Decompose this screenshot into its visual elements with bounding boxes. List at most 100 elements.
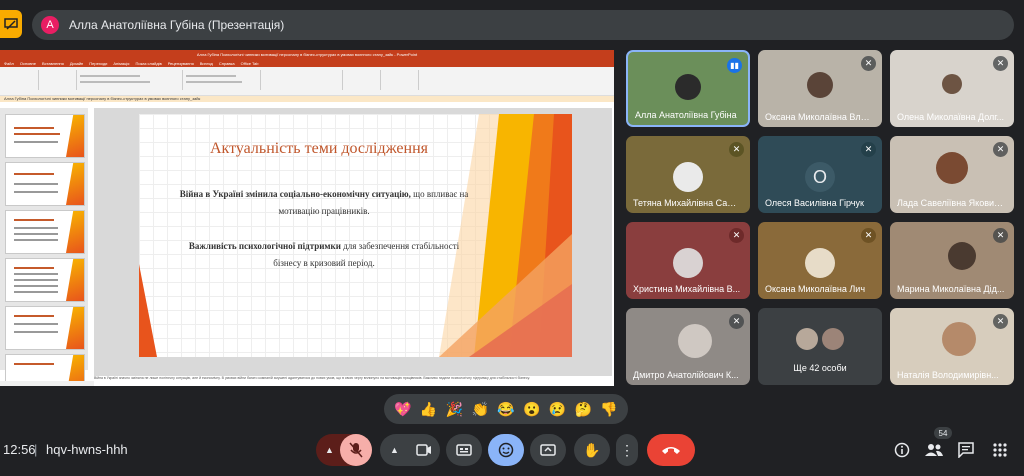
participant-avatar xyxy=(796,328,818,350)
participant-name: Оксана Миколаївна Лич xyxy=(765,284,866,294)
activities-button[interactable] xyxy=(988,438,1012,462)
more-options-button[interactable]: ⋮ xyxy=(616,434,638,466)
participant-name: Оксана Миколаївна Вла... xyxy=(765,112,873,122)
ppt-tab: Рецензування xyxy=(167,60,194,66)
camera-icon xyxy=(416,444,431,456)
ribbon-group xyxy=(184,70,261,90)
people-icon xyxy=(925,444,943,456)
slide-thumbnails xyxy=(0,108,88,386)
captions-button[interactable] xyxy=(446,434,482,466)
ribbon-group xyxy=(40,70,77,90)
participant-video xyxy=(948,242,976,270)
participant-tile[interactable]: ✕ Оксана Миколаївна Лич xyxy=(758,222,882,299)
reaction-sad[interactable]: 😢 xyxy=(549,401,566,418)
mic-off-button[interactable] xyxy=(340,434,372,466)
info-icon xyxy=(894,442,910,458)
clock: 12:56 xyxy=(3,442,36,457)
slide-notes: Війна в Україні значно змінила не лише п… xyxy=(94,376,612,386)
participant-tile[interactable]: ✕ Христина Михайлівна В... xyxy=(626,222,750,299)
slide-p1-bold: Війна в Україні змінила соціально-економ… xyxy=(179,189,411,199)
mic-off-icon: ✕ xyxy=(861,228,876,243)
mic-off-icon xyxy=(349,442,363,458)
reaction-thumbs-up[interactable]: 👍 xyxy=(420,401,437,418)
people-button[interactable] xyxy=(922,438,946,462)
chevron-up-icon[interactable]: ▲ xyxy=(390,445,399,455)
reaction-thinking[interactable]: 🤔 xyxy=(575,401,592,418)
slide-thumbnail[interactable] xyxy=(5,162,85,206)
present-button[interactable] xyxy=(530,434,566,466)
participant-video xyxy=(678,324,712,358)
ppt-tab: Office Tab xyxy=(240,60,259,66)
more-participants-tile[interactable]: Ще 42 особи xyxy=(758,308,882,385)
participant-video xyxy=(942,322,976,356)
mic-off-icon: ✕ xyxy=(729,142,744,157)
raise-hand-button[interactable]: ✋ xyxy=(574,434,610,466)
ppt-ribbon xyxy=(0,67,614,96)
participant-avatar xyxy=(673,162,703,192)
ppt-tab: Переходи xyxy=(89,60,108,66)
slide-thumbnail[interactable] xyxy=(5,306,85,350)
ppt-tab: Показ слайдів xyxy=(135,60,162,66)
ribbon-line xyxy=(186,81,242,83)
mic-off-icon: ✕ xyxy=(729,314,744,329)
more-vert-icon: ⋮ xyxy=(620,441,634,458)
participant-name: Марина Миколаївна Дід... xyxy=(897,284,1005,294)
emoji-button[interactable] xyxy=(488,434,524,466)
participant-video xyxy=(807,72,833,98)
reaction-party[interactable]: 🎉 xyxy=(446,401,463,418)
meeting-info-button[interactable] xyxy=(890,438,914,462)
chat-button[interactable] xyxy=(954,438,978,462)
participant-avatar xyxy=(805,248,835,278)
ppt-tab: Анімація xyxy=(113,60,130,66)
participant-avatar xyxy=(673,248,703,278)
mic-off-icon: ✕ xyxy=(861,56,876,71)
captions-icon xyxy=(456,444,472,456)
participant-tile[interactable]: ✕ Марина Миколаївна Дід... xyxy=(890,222,1014,299)
slide-p2-bold: Важливість психологічної підтримки xyxy=(188,241,341,251)
ribbon-group xyxy=(382,70,419,90)
camera-control: ▲ xyxy=(380,434,440,466)
participant-name: Тетяна Михайлівна Савич xyxy=(633,198,741,208)
ppt-tab: Дизайн xyxy=(69,60,84,66)
participant-tile[interactable]: ✕ Оксана Миколаївна Вла... xyxy=(758,50,882,127)
hand-icon: ✋ xyxy=(583,441,601,458)
reaction-laugh[interactable]: 😂 xyxy=(497,401,514,418)
participant-initial-avatar: О xyxy=(805,162,835,192)
slide-thumbnail[interactable] xyxy=(5,114,85,158)
top-bar: А Алла Анатоліївна Губіна (Презентація) xyxy=(0,0,1024,46)
slide-thumbnail[interactable] xyxy=(5,210,85,254)
current-slide: Актуальність теми дослідження Війна в Ук… xyxy=(139,114,572,357)
participant-tile[interactable]: ✕ Олена Миколаївна Долг... xyxy=(890,50,1014,127)
ppt-window-title: Алла Губіна Психологічні чинники мотивац… xyxy=(0,50,614,59)
camera-button[interactable] xyxy=(408,434,440,466)
presentation-icon[interactable] xyxy=(0,10,22,38)
chevron-up-icon[interactable]: ▲ xyxy=(325,445,334,455)
reaction-surprised[interactable]: 😮 xyxy=(523,401,540,418)
ppt-doc-tab: Алла Губіна Психологічні чинники мотивац… xyxy=(0,96,614,102)
ribbon-group xyxy=(2,70,39,90)
reaction-clap[interactable]: 👏 xyxy=(471,401,488,418)
ribbon-line xyxy=(80,75,140,77)
reaction-thumbs-down[interactable]: 👎 xyxy=(600,401,617,418)
participant-name: Олена Миколаївна Долг... xyxy=(897,112,1004,122)
participant-tile[interactable]: ✕ Наталія Володимирівн... xyxy=(890,308,1014,385)
end-call-icon xyxy=(662,447,680,454)
reaction-heart[interactable]: 💖 xyxy=(394,401,411,418)
ppt-tab: Вигляд xyxy=(199,60,213,66)
participant-name: Дмитро Анатолійович К... xyxy=(633,370,739,380)
participant-tile[interactable]: ✕ Лада Савеліївна Яковиц... xyxy=(890,136,1014,213)
participant-tile[interactable]: О ✕ Олеся Василівна Гірчук xyxy=(758,136,882,213)
participant-avatar xyxy=(822,328,844,350)
mic-control: ▲ xyxy=(316,434,372,466)
participant-tile[interactable]: ✕ Дмитро Анатолійович К... xyxy=(626,308,750,385)
participant-video xyxy=(936,152,968,184)
slide-thumbnail[interactable] xyxy=(5,258,85,302)
participant-tile[interactable]: ✕ Тетяна Михайлівна Савич xyxy=(626,136,750,213)
ppt-tab: Вставлення xyxy=(41,60,64,66)
leave-call-button[interactable] xyxy=(647,434,695,466)
presenter-banner: А Алла Анатоліївна Губіна (Презентація) xyxy=(32,10,1014,40)
participant-name: Христина Михайлівна В... xyxy=(633,284,741,294)
control-bar: 12:56 | hqv-hwns-hhh ▲ ▲ ✋ ⋮ 54 xyxy=(0,427,1024,476)
meeting-code: hqv-hwns-hhh xyxy=(46,442,128,457)
participant-tile[interactable]: ▮▮ Алла Анатоліївна Губіна xyxy=(626,50,750,127)
